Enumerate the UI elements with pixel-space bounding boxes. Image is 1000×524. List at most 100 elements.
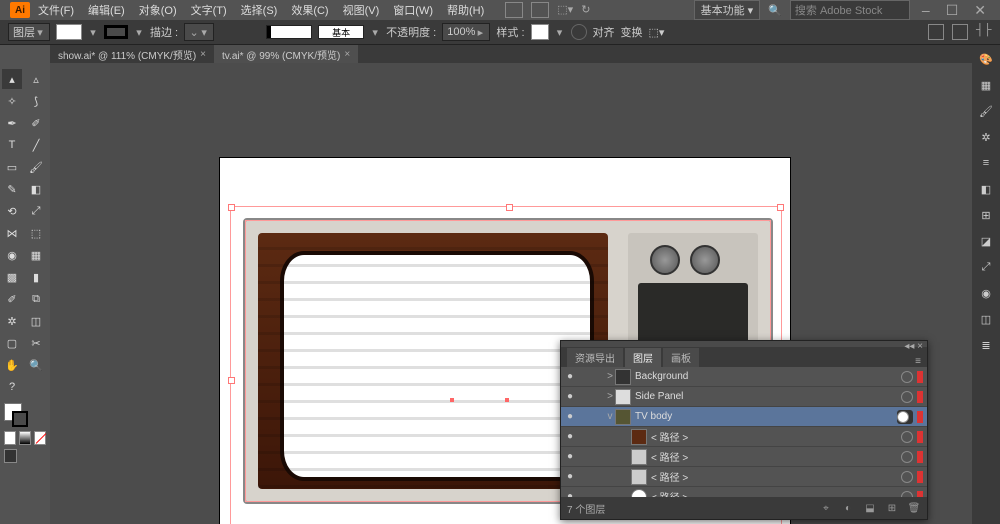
magic-wand-tool[interactable]: ✧ [2, 91, 22, 111]
brushes-panel-icon[interactable]: 🖌 [978, 103, 994, 119]
tab-artboards[interactable]: 画板 [663, 348, 699, 367]
make-sublayer-icon[interactable]: ⬓ [863, 501, 877, 515]
stock-icon[interactable] [531, 2, 549, 18]
visibility-toggle[interactable]: ● [561, 411, 579, 422]
styles-panel-icon[interactable]: ◫ [978, 311, 994, 327]
menu-object[interactable]: 对象(O) [133, 2, 183, 18]
disclosure-icon[interactable]: > [605, 371, 615, 382]
curvature-tool[interactable]: ✐ [26, 113, 46, 133]
rect-tool[interactable]: ▭ [2, 157, 22, 177]
tab-tv[interactable]: tv.ai* @ 99% (CMYK/预览)× [214, 45, 358, 63]
menu-view[interactable]: 视图(V) [337, 2, 386, 18]
visibility-toggle[interactable]: ● [561, 471, 579, 482]
brush-tool[interactable]: 🖌 [26, 157, 46, 177]
brush-def[interactable]: 基本 [318, 25, 364, 39]
symbols-panel-icon[interactable]: ✲ [978, 129, 994, 145]
search-input[interactable]: 搜索 Adobe Stock [790, 0, 910, 20]
window-max[interactable]: ☐ [942, 2, 963, 19]
visibility-toggle[interactable]: ● [561, 431, 579, 442]
disclosure-icon[interactable]: v [605, 411, 615, 422]
lasso-tool[interactable]: ⟆ [26, 91, 46, 111]
rotate-tool[interactable]: ⟲ [2, 201, 22, 221]
tab-show[interactable]: show.ai* @ 111% (CMYK/预览)× [50, 45, 214, 63]
color-mode[interactable] [4, 431, 16, 445]
free-transform-tool[interactable]: ⬚ [26, 223, 46, 243]
align-link[interactable]: 对齐 [593, 24, 615, 40]
eyedropper-tool[interactable]: ✐ [2, 289, 22, 309]
menu-edit[interactable]: 编辑(E) [82, 2, 131, 18]
selection-type[interactable]: 图层▾ [8, 23, 50, 41]
panel-menu-icon[interactable]: ≡ [915, 356, 927, 367]
graphic-style[interactable] [531, 24, 549, 40]
align-panel-icon[interactable]: ⊞ [978, 207, 994, 223]
gradient-mode[interactable] [19, 431, 31, 445]
perspective-tool[interactable]: ▦ [26, 245, 46, 265]
setup-icon[interactable] [928, 24, 944, 40]
collapse-icon[interactable]: ◂◂ [904, 341, 914, 347]
graph-tool[interactable]: ◫ [26, 311, 46, 331]
swatches-panel-icon[interactable]: ▦ [978, 77, 994, 93]
toggle-fill-stroke[interactable]: ? [2, 377, 22, 397]
type-tool[interactable]: T [2, 135, 22, 155]
scale-tool[interactable]: ⤢ [26, 201, 46, 221]
layer-name[interactable]: < 路径 > [651, 469, 901, 484]
disclosure-icon[interactable]: > [605, 391, 615, 402]
layer-row[interactable]: ● < 路径 > [561, 487, 927, 497]
layer-row[interactable]: ● v TV body [561, 407, 927, 427]
new-layer-icon[interactable]: ⊞ [885, 501, 899, 515]
menu-select[interactable]: 选择(S) [235, 2, 284, 18]
shaper-tool[interactable]: ✎ [2, 179, 22, 199]
prefs-icon[interactable] [952, 24, 968, 40]
pathfinder-panel-icon[interactable]: ◪ [978, 233, 994, 249]
layer-row[interactable]: ●>Background [561, 367, 927, 387]
isolate-icon[interactable]: ⬚▾ [649, 26, 665, 39]
locate-layer-icon[interactable]: ⌖ [819, 501, 833, 515]
gradient-tool[interactable]: ▮ [26, 267, 46, 287]
symbol-spray-tool[interactable]: ✲ [2, 311, 22, 331]
width-tool[interactable]: ⋈ [2, 223, 22, 243]
layer-name[interactable]: < 路径 > [651, 489, 901, 497]
layer-name[interactable]: TV body [635, 411, 897, 422]
line-tool[interactable]: ╱ [26, 135, 46, 155]
layer-name[interactable]: < 路径 > [651, 429, 901, 444]
recolor-icon[interactable] [571, 24, 587, 40]
visibility-toggle[interactable]: ● [561, 391, 579, 402]
close-icon[interactable]: × [200, 49, 206, 60]
layer-row[interactable]: ● < 路径 > [561, 467, 927, 487]
stroke-swatch[interactable] [104, 25, 128, 39]
stroke-weight[interactable]: ⌄▾ [184, 23, 214, 41]
mesh-tool[interactable]: ▩ [2, 267, 22, 287]
bridge-icon[interactable] [505, 2, 523, 18]
stroke-panel-icon[interactable]: ≡ [978, 155, 994, 171]
layer-name[interactable]: Side Panel [635, 391, 901, 402]
menu-type[interactable]: 文字(T) [185, 2, 233, 18]
blend-tool[interactable]: ⧉ [26, 289, 46, 309]
window-min[interactable]: – [918, 2, 934, 18]
menu-file[interactable]: 文件(F) [32, 2, 80, 18]
gradient-panel-icon[interactable]: ◧ [978, 181, 994, 197]
screen-mode[interactable] [4, 449, 17, 463]
selection-tool[interactable]: ▴ [2, 69, 22, 89]
close-icon[interactable]: × [344, 49, 350, 60]
fill-stroke-proxy[interactable] [4, 403, 28, 427]
visibility-toggle[interactable]: ● [561, 491, 579, 497]
slice-tool[interactable]: ✂ [26, 333, 46, 353]
none-mode[interactable] [34, 431, 46, 445]
close-icon[interactable]: × [917, 341, 923, 347]
menu-effect[interactable]: 效果(C) [285, 2, 334, 18]
hand-tool[interactable]: ✋ [2, 355, 22, 375]
menu-window[interactable]: 窗口(W) [387, 2, 439, 18]
layers-panel[interactable]: ◂◂ × 资源导出 图层 画板 ≡ ●>Background●>Side Pan… [560, 340, 928, 520]
make-mask-icon[interactable]: ◐ [841, 501, 855, 515]
fill-swatch[interactable] [56, 24, 82, 40]
window-close[interactable]: ✕ [970, 2, 990, 19]
layer-name[interactable]: Background [635, 371, 901, 382]
visibility-toggle[interactable]: ● [561, 451, 579, 462]
appearance-panel-icon[interactable]: ◉ [978, 285, 994, 301]
pen-tool[interactable]: ✒ [2, 113, 22, 133]
opacity-input[interactable]: 100%▸ [442, 23, 490, 41]
eraser-tool[interactable]: ◧ [26, 179, 46, 199]
stroke-profile[interactable] [266, 25, 312, 39]
layers-panel-icon[interactable]: ≣ [978, 337, 994, 353]
transform-panel-icon[interactable]: ⤢ [978, 259, 994, 275]
